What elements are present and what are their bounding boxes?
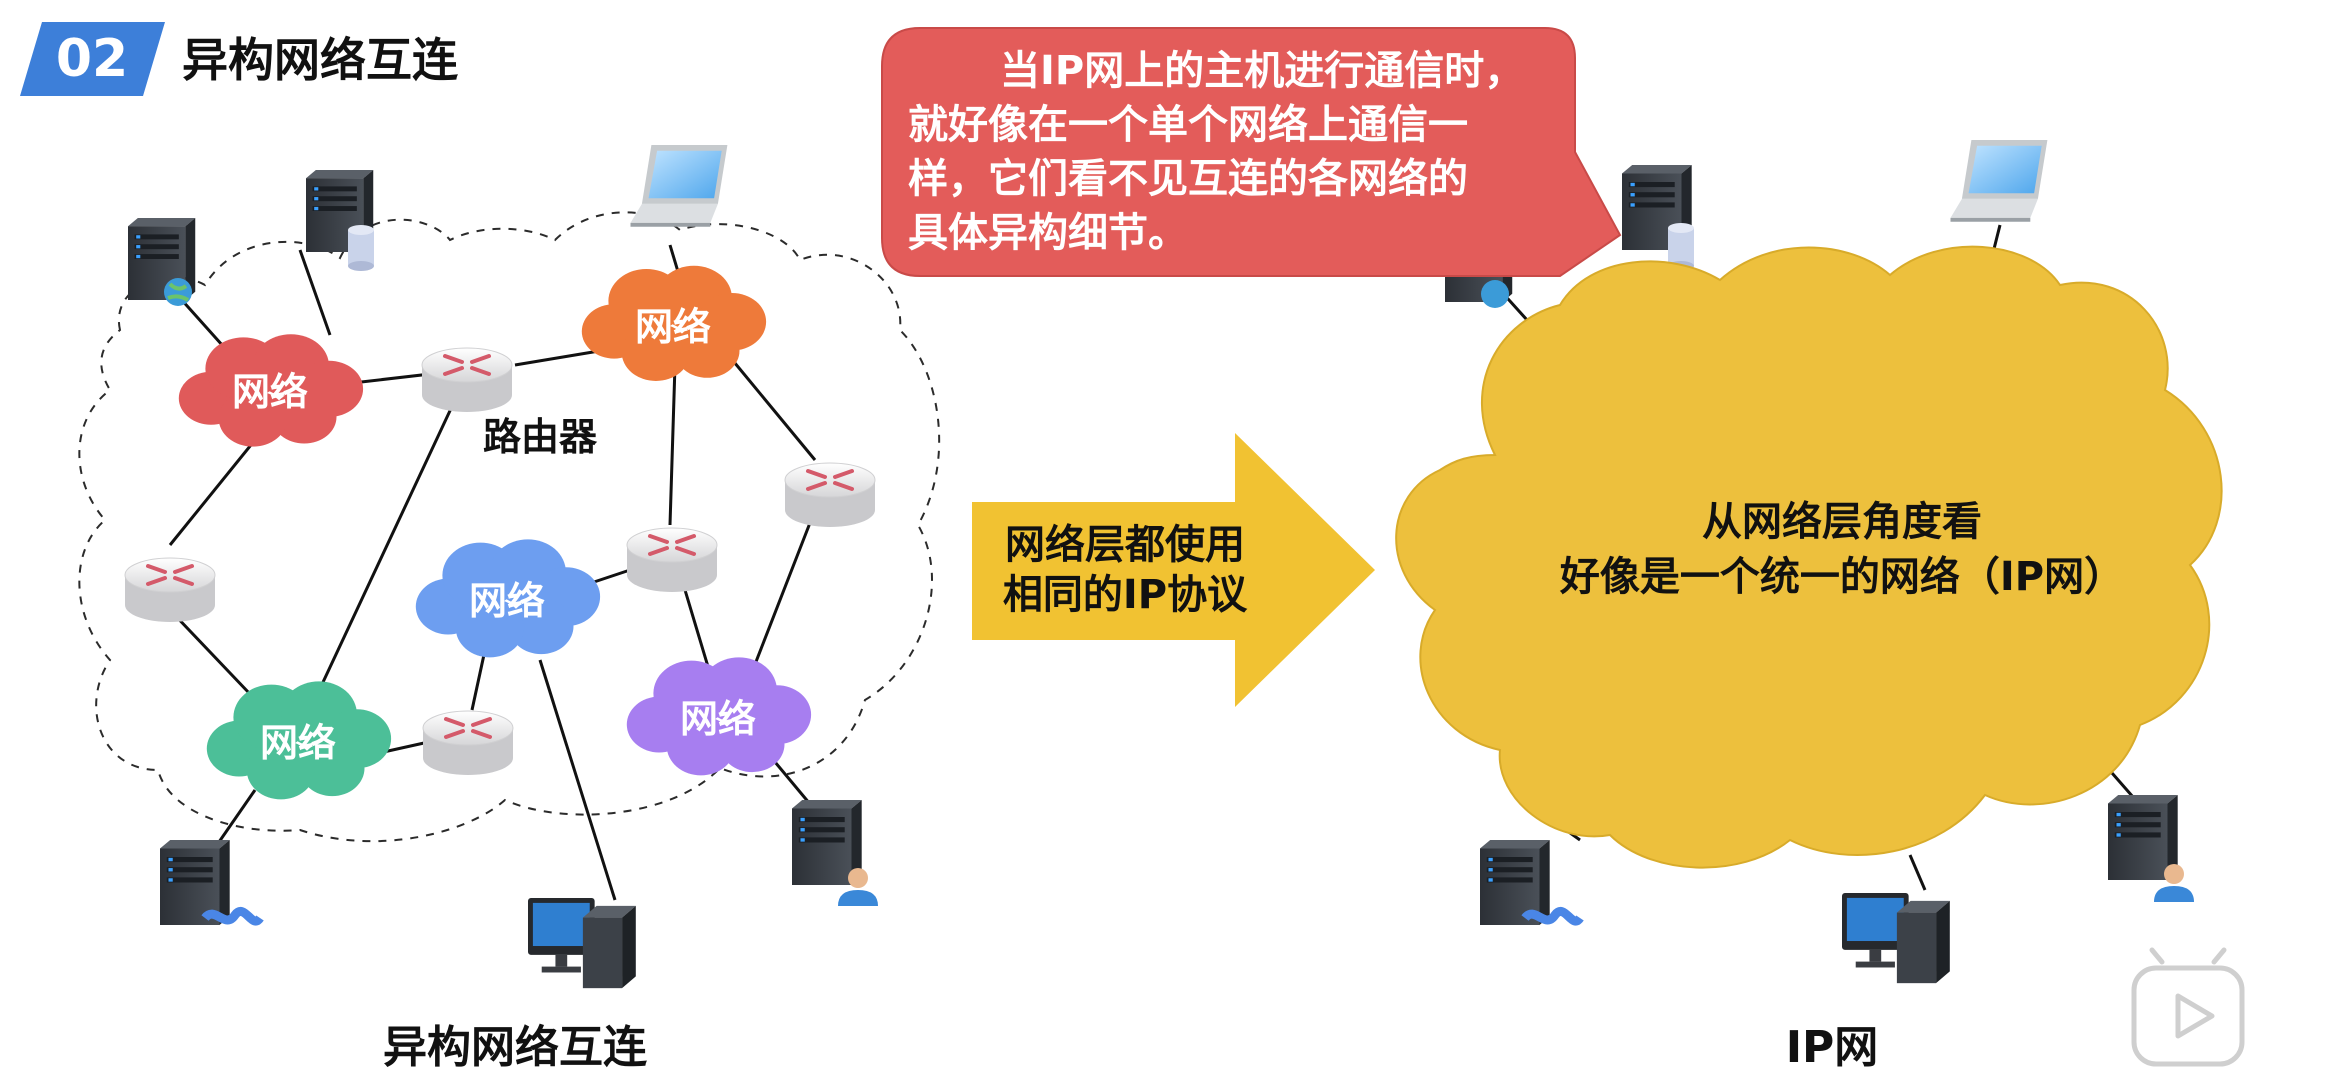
router-label: 路由器 xyxy=(483,415,598,459)
ip-cloud-text-line-1: 从网络层角度看 xyxy=(1702,499,1982,545)
router xyxy=(123,556,217,624)
ip-cloud-text-line-2: 好像是一个统一的网络（IP网） xyxy=(1559,554,2124,600)
ip-host-laptop xyxy=(1950,140,2048,222)
network-label: 网络 xyxy=(469,579,545,623)
section-title: 异构网络互连 xyxy=(182,33,458,87)
callout-bubble: 当IP网上的主机进行通信时， 就好像在一个单个网络上通信一 样，它们看不见互连的… xyxy=(881,27,1622,277)
transition-arrow: 网络层都使用 相同的IP协议 xyxy=(972,433,1375,707)
ip-host-database-server xyxy=(1622,165,1694,271)
slide: 02 异构网络互连 路由器 网络 网络 网络 网络 网络 异构网络互连 网络层都… xyxy=(0,0,2328,1090)
callout-text-line-4: 具体异构细节。 xyxy=(908,210,1188,256)
host-desktop xyxy=(528,898,636,989)
router xyxy=(783,461,877,529)
network-diagram: 02 异构网络互连 路由器 网络 网络 网络 网络 网络 异构网络互连 网络层都… xyxy=(20,22,2245,1073)
network-label: 网络 xyxy=(680,697,756,741)
database-icon xyxy=(348,225,374,271)
router xyxy=(625,526,719,594)
section-header: 02 异构网络互连 xyxy=(20,22,458,96)
ip-host-desktop xyxy=(1842,893,1950,984)
network-cloud-purple: 网络 xyxy=(626,657,812,776)
ip-host-user-server xyxy=(2108,795,2194,902)
ip-host-file-server xyxy=(1480,840,1584,926)
network-cloud-orange: 网络 xyxy=(581,265,767,381)
network-label: 网络 xyxy=(635,305,711,349)
callout-text-line-2: 就好像在一个单个网络上通信一 xyxy=(908,102,1468,148)
network-label: 网络 xyxy=(260,721,336,765)
network-cloud-red: 网络 xyxy=(178,334,364,447)
left-caption: 异构网络互连 xyxy=(383,1022,647,1073)
arrow-text-line-1: 网络层都使用 xyxy=(1005,522,1245,568)
callout-text-line-3: 样，它们看不见互连的各网络的 xyxy=(908,156,1468,202)
host-user-server xyxy=(792,800,878,906)
globe-icon xyxy=(1481,280,1509,308)
host-server-globe xyxy=(128,218,196,306)
right-caption: IP网 xyxy=(1786,1022,1879,1073)
network-label: 网络 xyxy=(232,370,308,414)
globe-icon xyxy=(164,278,192,306)
video-play-button[interactable] xyxy=(2131,947,2245,1067)
network-cloud-green: 网络 xyxy=(206,681,392,800)
network-cloud-blue: 网络 xyxy=(415,539,601,658)
host-file-server xyxy=(160,840,264,926)
arrow-text-line-2: 相同的IP协议 xyxy=(1003,572,1248,618)
host-laptop xyxy=(630,145,728,227)
router xyxy=(420,346,514,414)
router xyxy=(421,709,515,777)
section-number: 02 xyxy=(56,29,128,89)
callout-text-line-1: 当IP网上的主机进行通信时， xyxy=(1000,48,1524,94)
